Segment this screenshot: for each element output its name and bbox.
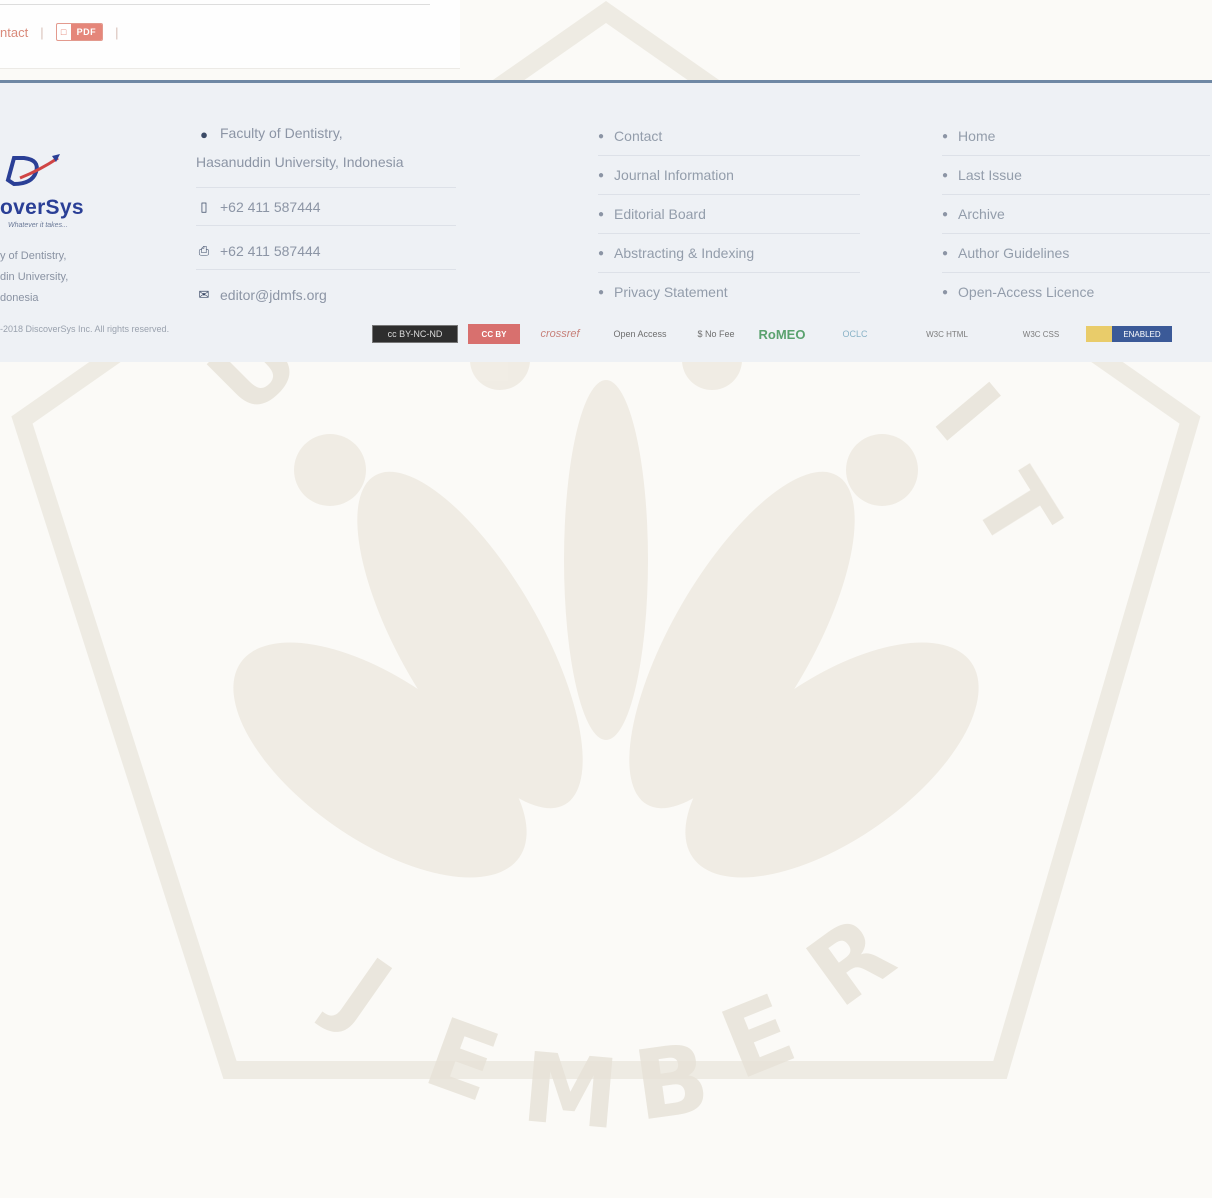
svg-text:M: M xyxy=(518,1031,623,1151)
footer-link-journal-information[interactable]: ● Journal Information xyxy=(598,156,860,195)
svg-text:B: B xyxy=(628,1022,716,1143)
contact-phone: ▯ +62 411 587444 xyxy=(196,199,456,226)
address-line: din University, xyxy=(0,271,69,283)
address-line2: Hasanuddin University, Indonesia xyxy=(196,154,404,170)
svg-text:I: I xyxy=(912,363,1021,462)
link-label: Author Guidelines xyxy=(958,245,1070,261)
footer-top-border xyxy=(0,80,1212,83)
no-fee-badge[interactable]: $ No Fee xyxy=(690,326,742,342)
contact-address: ● Faculty of Dentistry, Hasanuddin Unive… xyxy=(196,125,456,188)
address-line1: Faculty of Dentistry, xyxy=(220,125,343,141)
link-label: Last Issue xyxy=(958,167,1022,183)
footer-link-open-access-licence[interactable]: ● Open-Access Licence xyxy=(942,273,1210,311)
link-label: Journal Information xyxy=(614,167,734,183)
footer-link-archive[interactable]: ● Archive xyxy=(942,195,1210,234)
link-label: Contact xyxy=(614,128,663,144)
footer-link-editorial-board[interactable]: ● Editorial Board xyxy=(598,195,860,234)
cc-by-badge[interactable]: CC BY xyxy=(468,324,520,344)
link-label: Archive xyxy=(958,206,1005,222)
romeo-badge[interactable]: RoMEO xyxy=(752,326,812,342)
discoversys-logo-icon[interactable] xyxy=(0,80,70,200)
footer-link-last-issue[interactable]: ● Last Issue xyxy=(942,156,1210,195)
phone-number[interactable]: +62 411 587444 xyxy=(220,199,321,215)
pdf-icon: □ xyxy=(56,25,71,39)
link-label: Editorial Board xyxy=(614,206,706,222)
copyright-text: -2018 DiscoverSys Inc. All rights reserv… xyxy=(0,324,170,334)
svg-text:R: R xyxy=(788,895,914,1029)
footer-links-right: ● Home ● Last Issue ● Archive ● Author Guide… xyxy=(942,117,1210,311)
svg-text:T: T xyxy=(950,453,1080,568)
link-label: Privacy Statement xyxy=(614,284,728,300)
address-line: donesia xyxy=(0,292,39,304)
contact-link[interactable]: ntact xyxy=(0,25,28,40)
fax-icon: ⎙ xyxy=(198,243,210,258)
enabled-badge[interactable]: ENABLED xyxy=(1086,326,1172,342)
address-line: y of Dentistry, xyxy=(0,250,67,262)
footer-link-abstracting-indexing[interactable]: ● Abstracting & Indexing xyxy=(598,234,860,273)
article-links: ntact | □ PDF | xyxy=(0,22,130,42)
w3c-css-badge[interactable]: W3C CSS xyxy=(1006,326,1076,342)
footer-links-left: ● Contact ● Journal Information ● Editorial… xyxy=(598,117,860,311)
cc-license-badge[interactable]: cc BY-NC-ND xyxy=(372,325,458,343)
link-label: Open-Access Licence xyxy=(958,284,1095,300)
publisher-address: y of Dentistry, din University, donesia xyxy=(0,246,68,309)
brand-name: overSys xyxy=(0,196,84,219)
oclc-badge[interactable]: OCLC xyxy=(822,326,888,342)
w3c-html-badge[interactable]: W3C HTML xyxy=(898,326,996,342)
pdf-download-button[interactable]: □ PDF xyxy=(55,23,104,41)
contact-email: ✉ editor@jdmfs.org xyxy=(196,287,456,313)
separator: | xyxy=(115,24,119,40)
separator: | xyxy=(40,24,44,40)
link-label: Abstracting & Indexing xyxy=(614,245,755,261)
contact-fax: ⎙ +62 411 587444 xyxy=(196,243,456,270)
footer-link-home[interactable]: ● Home xyxy=(942,117,1210,156)
link-label: Home xyxy=(958,128,996,144)
indexing-badges: cc BY-NC-ND CC BY crossref Open Access $… xyxy=(372,322,1182,346)
svg-text:E: E xyxy=(707,973,810,1101)
envelope-icon: ✉ xyxy=(198,287,210,302)
brand-tagline: Whatever it takes... xyxy=(8,222,68,229)
article-actions-bar: ntact | □ PDF | xyxy=(0,0,460,69)
fax-number: +62 411 587444 xyxy=(220,243,321,259)
phone-icon: ▯ xyxy=(200,199,208,214)
footer-link-contact[interactable]: ● Contact xyxy=(598,117,860,156)
footer-link-privacy-statement[interactable]: ● Privacy Statement xyxy=(598,273,860,311)
divider xyxy=(0,0,430,5)
page: U N I V E R S I T J E M B E R ntact | □ … xyxy=(0,0,1212,1198)
crossref-badge[interactable]: crossref xyxy=(530,326,590,342)
svg-text:J: J xyxy=(312,934,410,1050)
map-pin-icon: ● xyxy=(200,127,208,142)
open-access-badge[interactable]: Open Access xyxy=(600,326,680,342)
svg-text:E: E xyxy=(412,996,512,1124)
email-link[interactable]: editor@jdmfs.org xyxy=(220,287,327,303)
footer-link-author-guidelines[interactable]: ● Author Guidelines xyxy=(942,234,1210,273)
pdf-label: PDF xyxy=(70,24,103,40)
